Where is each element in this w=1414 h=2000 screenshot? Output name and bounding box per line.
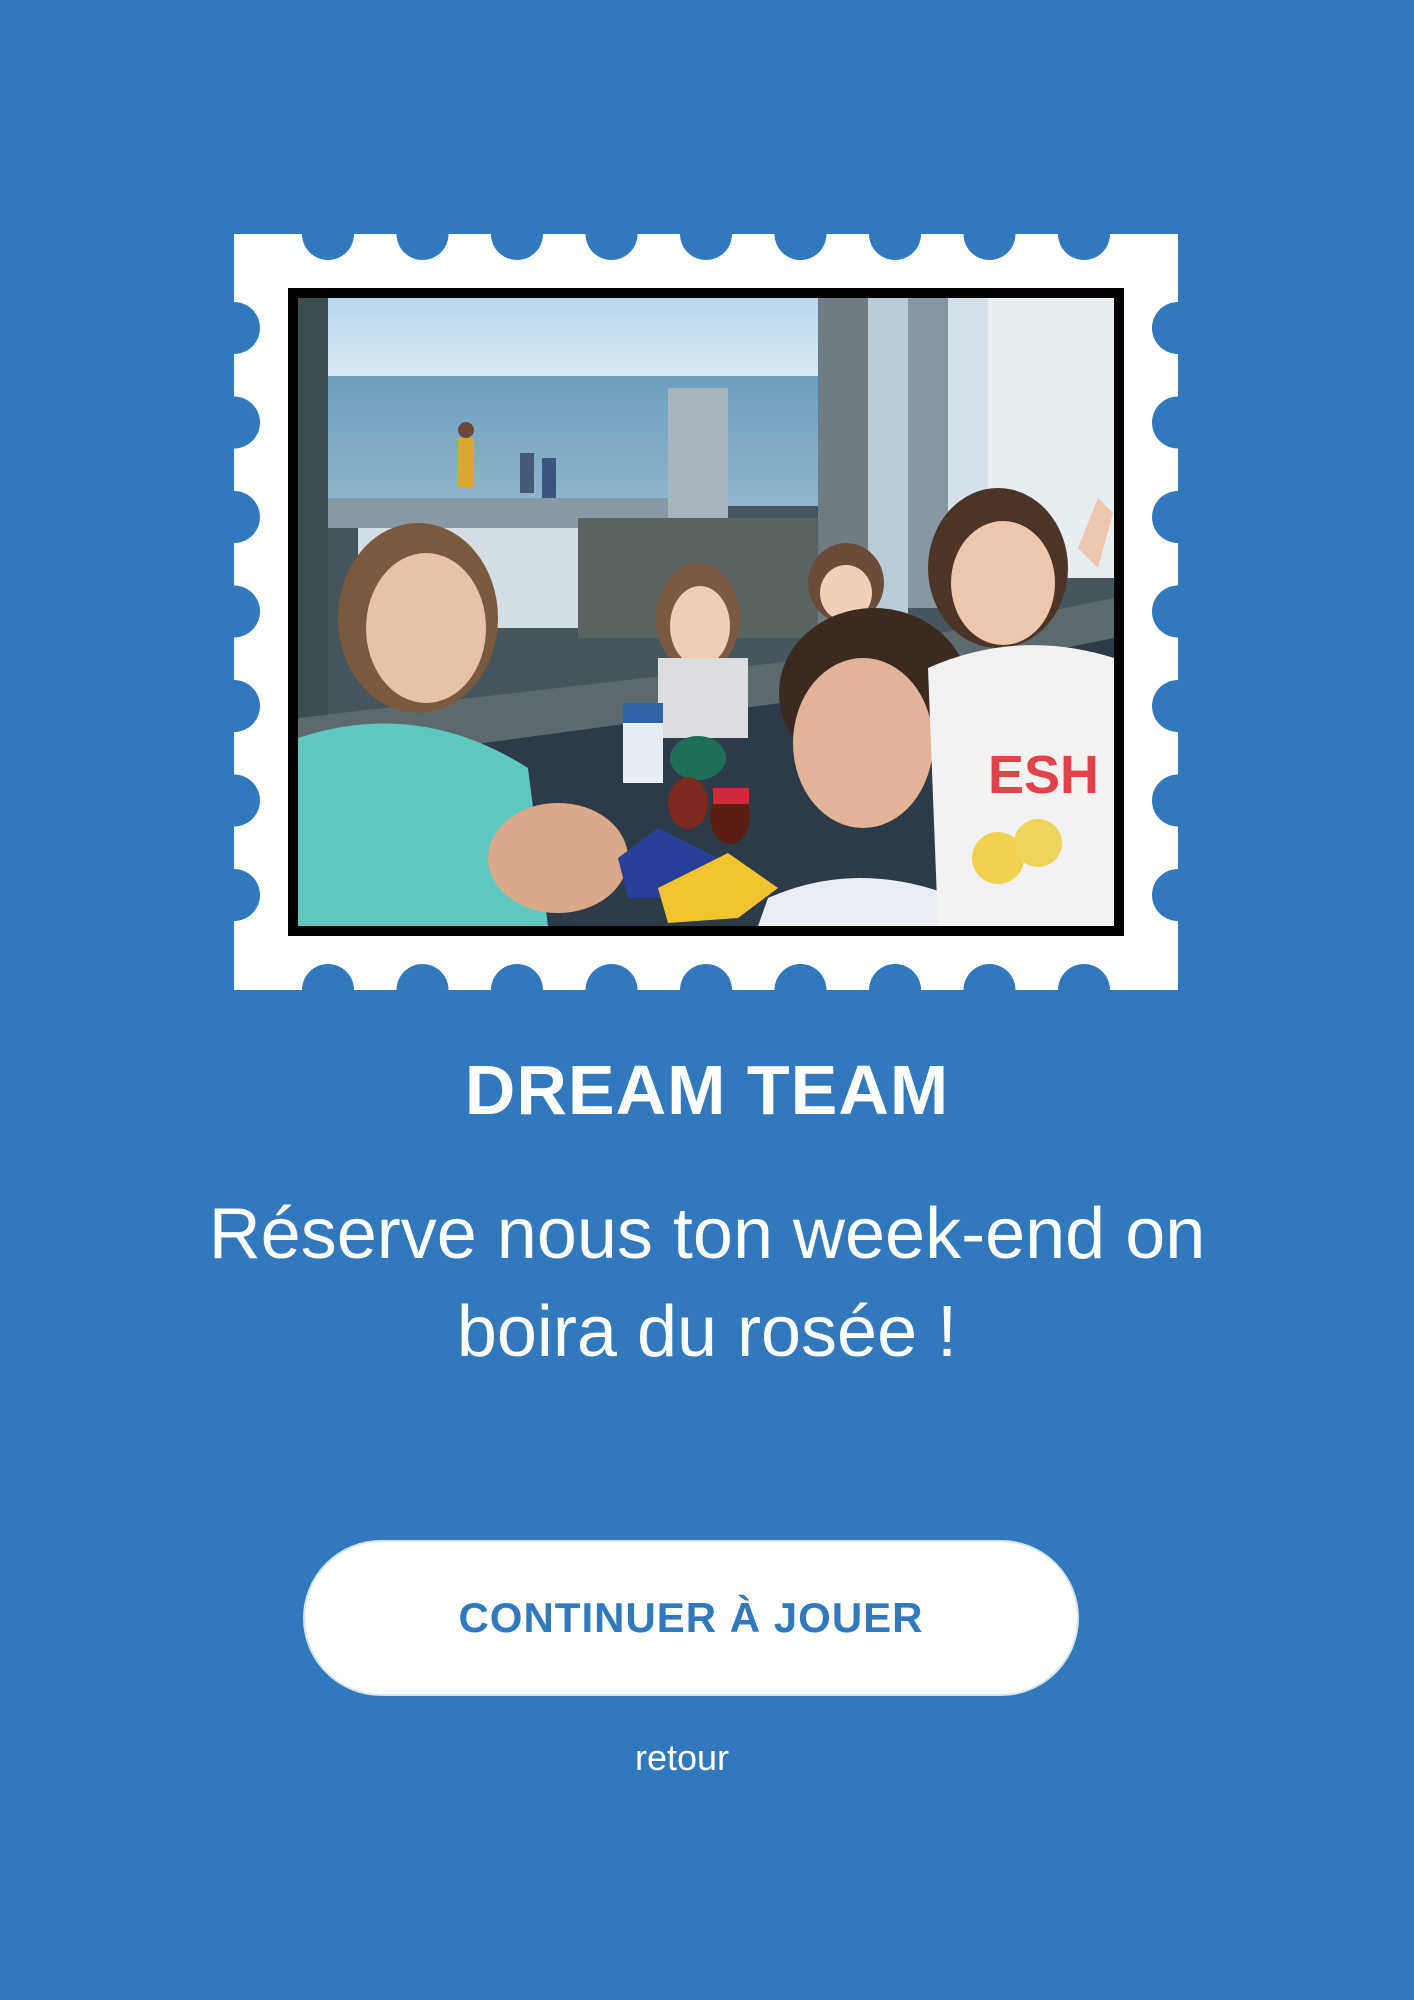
svg-text:ESH: ESH <box>988 745 1099 805</box>
photo-image: ESH <box>298 298 1114 926</box>
card-title: DREAM TEAM <box>464 1051 950 1129</box>
card-message: Réserve nous ton week-end on boira du ro… <box>208 1194 1206 1372</box>
postage-stamp-frame: ESH <box>234 234 1178 990</box>
back-link[interactable]: retour <box>0 1734 1364 1782</box>
group-photo: ESH <box>288 288 1124 936</box>
continue-playing-button[interactable]: CONTINUER À JOUER <box>303 1540 1079 1696</box>
